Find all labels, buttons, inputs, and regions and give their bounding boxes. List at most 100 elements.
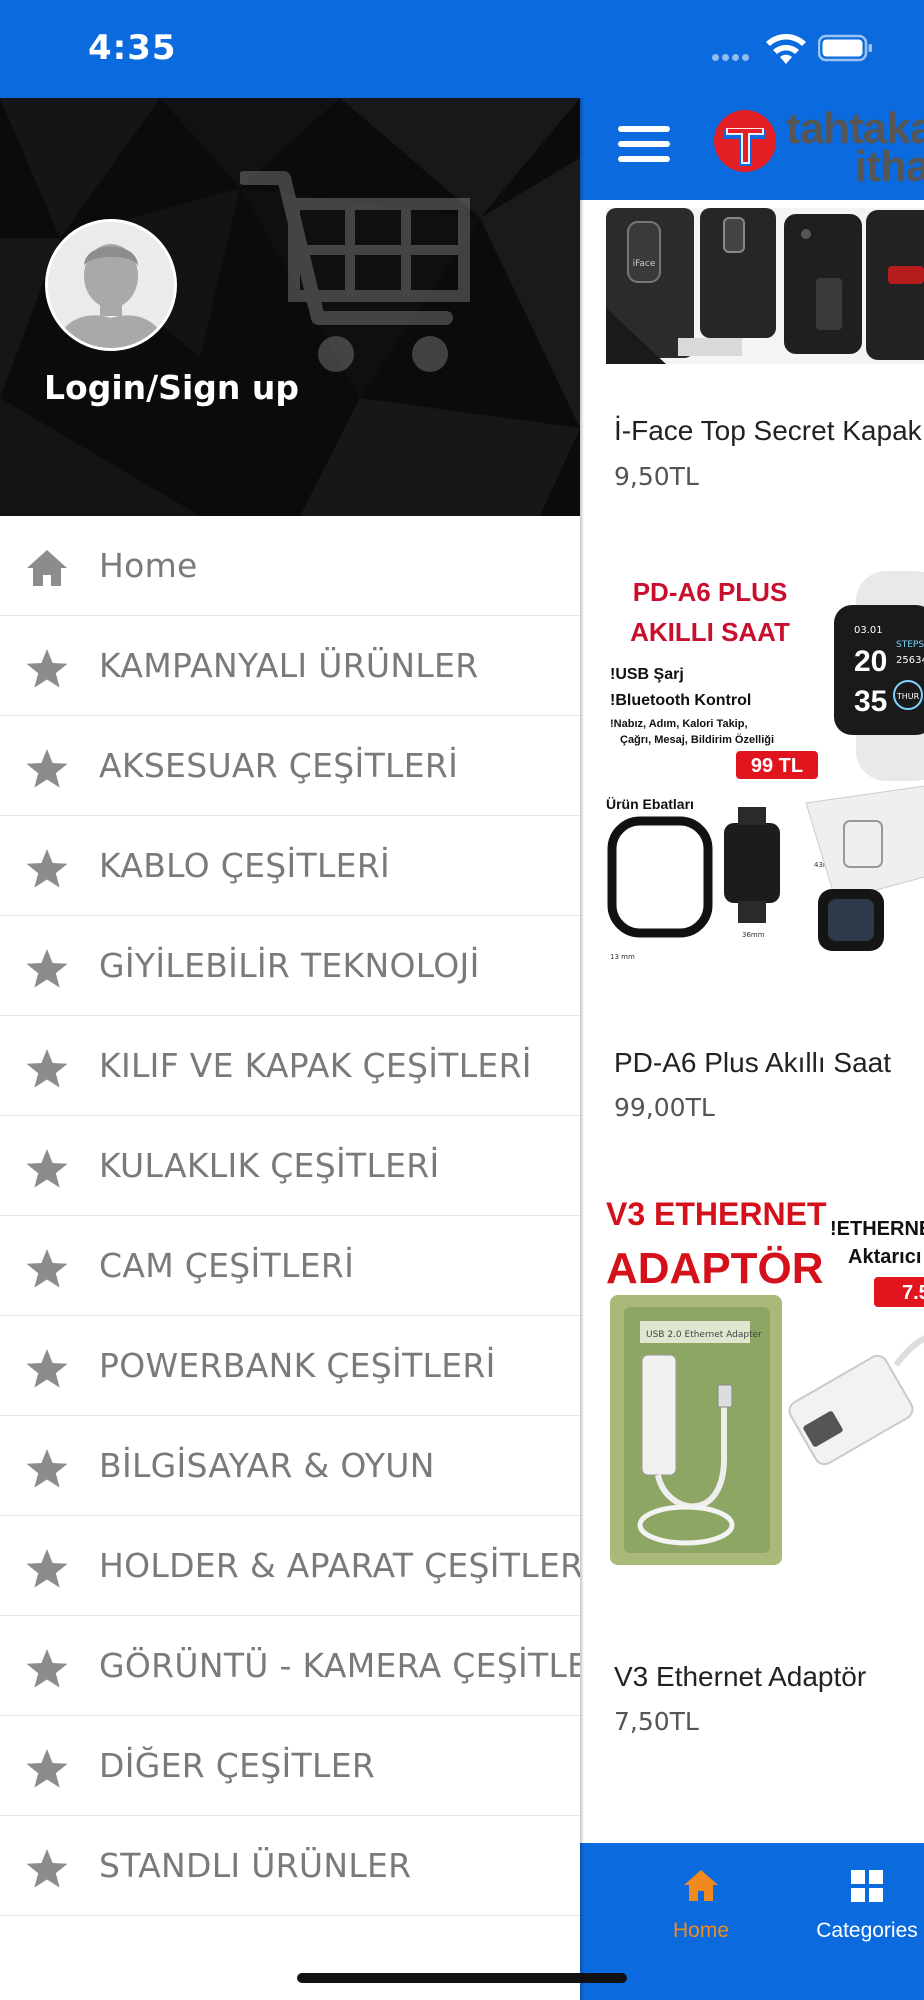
- hamburger-menu-button[interactable]: [618, 126, 670, 170]
- menu-item-label: KABLO ÇEŞİTLERİ: [99, 846, 391, 885]
- product-image: V3 ETHERNET ADAPTÖR !ETHERNET Aktarıcı 7…: [606, 1195, 924, 1595]
- grid-icon: [851, 1870, 883, 1902]
- product-image-lettering: iFace: [633, 259, 656, 269]
- menu-item-label: KILIF VE KAPAK ÇEŞİTLERİ: [99, 1046, 532, 1085]
- star-icon: [26, 1449, 68, 1488]
- product-image: PD-A6 PLUS AKILLI SAAT !USB Şarj !Blueto…: [606, 571, 924, 971]
- menu-item-label: GÖRÜNTÜ - KAMERA ÇEŞİTLERİ: [99, 1646, 580, 1685]
- logo-text-line2: ithalat: [855, 142, 924, 191]
- menu-item-holder-aparat[interactable]: HOLDER & APARAT ÇEŞİTLERİ: [0, 1516, 580, 1616]
- logo-icon: [714, 110, 776, 172]
- menu-item-standli-urunler[interactable]: STANDLI ÜRÜNLER: [0, 1816, 580, 1916]
- menu-item-label: GİYİLEBİLİR TEKNOLOJİ: [99, 946, 480, 985]
- star-icon: [26, 849, 68, 888]
- product-image-lettering: Ürün Ebatları: [606, 796, 694, 812]
- product-image-lettering: 35: [854, 685, 887, 718]
- nav-home-label: Home: [672, 1919, 730, 1942]
- nav-categories-tab[interactable]: Categories: [802, 1867, 924, 1943]
- star-icon: [26, 1249, 68, 1288]
- app-header: tahtakale ithalat: [580, 98, 924, 200]
- nav-categories-label: Categories: [816, 1919, 918, 1942]
- star-icon: [26, 1649, 68, 1688]
- menu-item-powerbank[interactable]: POWERBANK ÇEŞİTLERİ: [0, 1316, 580, 1416]
- bottom-navigation: Home Categories: [580, 1843, 924, 2000]
- home-indicator: [297, 1973, 627, 1983]
- battery-icon: [818, 34, 872, 62]
- product-image-lettering: 7.50: [902, 1282, 924, 1304]
- product-card[interactable]: PD-A6 PLUS AKILLI SAAT !USB Şarj !Blueto…: [580, 543, 924, 1122]
- star-icon: [26, 1049, 68, 1088]
- star-icon: [26, 1349, 68, 1388]
- product-name: İ-Face Top Secret Kapak: [614, 415, 922, 446]
- product-card[interactable]: iFace İ-Face Top Secret Kapak 9,50TL: [580, 200, 924, 500]
- login-signup-link[interactable]: Login/Sign up: [44, 368, 299, 407]
- menu-item-label: HOLDER & APARAT ÇEŞİTLERİ: [99, 1546, 580, 1585]
- cellular-signal-icon: [712, 46, 756, 61]
- avatar[interactable]: [45, 219, 177, 351]
- product-image-lettering: THUR: [896, 692, 920, 701]
- product-image-lettering: Aktarıcı: [848, 1246, 921, 1268]
- product-image-lettering: !Bluetooth Kontrol: [610, 692, 751, 709]
- home-icon: [684, 1870, 718, 1901]
- menu-item-kulaklik[interactable]: KULAKLIK ÇEŞİTLERİ: [0, 1116, 580, 1216]
- menu-item-label: KAMPANYALI ÜRÜNLER: [99, 646, 479, 685]
- menu-item-bilgisayar-oyun[interactable]: BİLGİSAYAR & OYUN: [0, 1416, 580, 1516]
- menu-item-kablo[interactable]: KABLO ÇEŞİTLERİ: [0, 816, 580, 916]
- product-price: 7,50TL: [614, 1707, 699, 1736]
- star-icon: [26, 949, 68, 988]
- menu-item-label: DİĞER ÇEŞİTLER: [99, 1746, 376, 1785]
- menu-item-label: POWERBANK ÇEŞİTLERİ: [99, 1346, 496, 1385]
- product-image-lettering: 36mm: [742, 931, 765, 939]
- menu-item-label: Home: [99, 546, 198, 585]
- product-image-lettering: STEPS: [896, 640, 924, 650]
- product-image-lettering: ADAPTÖR: [606, 1244, 824, 1293]
- product-image-lettering: !USB Şarj: [610, 666, 684, 683]
- star-icon: [26, 1849, 68, 1888]
- navigation-drawer: Login/Sign up Home KAMPANYALI ÜRÜNLER AK…: [0, 98, 580, 2000]
- menu-item-label: STANDLI ÜRÜNLER: [99, 1846, 412, 1885]
- star-icon: [26, 1749, 68, 1788]
- product-image-lettering: 03.01: [854, 625, 883, 636]
- star-icon: [26, 749, 68, 788]
- shopping-cart-icon: [240, 171, 470, 372]
- product-image-lettering: V3 ETHERNET: [606, 1196, 827, 1232]
- product-image-lettering: !Nabız, Adım, Kalori Takip,: [610, 718, 748, 730]
- product-image-lettering: 20: [854, 645, 887, 678]
- status-bar: 4:35: [0, 0, 924, 98]
- product-name: V3 Ethernet Adaptör: [614, 1661, 867, 1692]
- product-image-lettering: USB 2.0 Ethernet Adapter: [646, 1330, 762, 1340]
- product-card[interactable]: V3 ETHERNET ADAPTÖR !ETHERNET Aktarıcı 7…: [580, 1175, 924, 1736]
- status-time: 4:35: [88, 28, 177, 68]
- menu-item-label: BİLGİSAYAR & OYUN: [99, 1446, 435, 1485]
- product-image-lettering: 13 mm: [610, 953, 635, 961]
- menu-item-cam[interactable]: CAM ÇEŞİTLERİ: [0, 1216, 580, 1316]
- menu-item-kampanyali-urunler[interactable]: KAMPANYALI ÜRÜNLER: [0, 616, 580, 716]
- product-image-lettering: AKILLI SAAT: [630, 617, 790, 647]
- product-name: PD-A6 Plus Akıllı Saat: [614, 1047, 892, 1078]
- menu-item-kilif-kapak[interactable]: KILIF VE KAPAK ÇEŞİTLERİ: [0, 1016, 580, 1116]
- home-icon: [27, 550, 67, 586]
- menu-item-home[interactable]: Home: [0, 516, 580, 616]
- product-image: iFace: [606, 208, 924, 364]
- menu-item-giyilebilir[interactable]: GİYİLEBİLİR TEKNOLOJİ: [0, 916, 580, 1016]
- star-icon: [26, 1549, 68, 1588]
- product-price: 9,50TL: [614, 462, 699, 491]
- menu-item-diger[interactable]: DİĞER ÇEŞİTLER: [0, 1716, 580, 1816]
- product-image-lettering: Çağrı, Mesaj, Bildirim Özelliği: [620, 733, 774, 746]
- menu-item-label: KULAKLIK ÇEŞİTLERİ: [99, 1146, 440, 1185]
- drawer-header: Login/Sign up: [0, 98, 580, 516]
- star-icon: [26, 1149, 68, 1188]
- product-image-lettering: 99 TL: [751, 755, 803, 777]
- nav-home-tab[interactable]: Home: [636, 1867, 766, 1943]
- product-image-lettering: 25634: [896, 655, 924, 666]
- menu-item-label: CAM ÇEŞİTLERİ: [99, 1246, 355, 1285]
- product-image-lettering: PD-A6 PLUS: [633, 577, 788, 607]
- user-avatar-icon: [48, 222, 174, 348]
- menu-item-goruntu-kamera[interactable]: GÖRÜNTÜ - KAMERA ÇEŞİTLERİ: [0, 1616, 580, 1716]
- menu-item-label: AKSESUAR ÇEŞİTLERİ: [99, 746, 459, 785]
- star-icon: [26, 649, 68, 688]
- product-price: 99,00TL: [614, 1093, 715, 1122]
- main-content: tahtakale ithalat iFace: [580, 98, 924, 2000]
- menu-item-aksesuar[interactable]: AKSESUAR ÇEŞİTLERİ: [0, 716, 580, 816]
- wifi-icon: [766, 34, 806, 64]
